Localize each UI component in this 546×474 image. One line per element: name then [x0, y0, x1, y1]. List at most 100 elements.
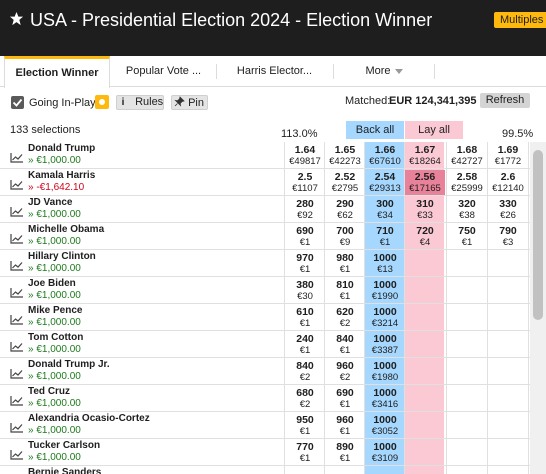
- lay-price-cell[interactable]: 1.68 €42727: [447, 143, 487, 168]
- chart-icon[interactable]: [10, 233, 24, 244]
- lay-price-cell[interactable]: 1.67 €18264: [405, 143, 445, 168]
- back-price-cell[interactable]: 1000 €3109: [365, 440, 405, 465]
- back-price-cell[interactable]: 1.66 €67610: [365, 143, 405, 168]
- back-price-cell[interactable]: 280 €92: [285, 197, 325, 222]
- lay-price-cell[interactable]: [447, 332, 487, 357]
- pin-button[interactable]: Pin: [171, 95, 208, 110]
- star-icon[interactable]: [9, 11, 24, 26]
- back-price-cell[interactable]: 680 €2: [285, 386, 325, 411]
- back-price-cell[interactable]: 1.64 €49817: [285, 143, 325, 168]
- back-price-cell[interactable]: 840 €1: [325, 332, 365, 357]
- back-price-cell[interactable]: [365, 467, 405, 474]
- back-price-cell[interactable]: 1.65 €42273: [325, 143, 365, 168]
- lay-price-cell[interactable]: [447, 305, 487, 330]
- back-price-cell[interactable]: 2.52 €2795: [325, 170, 365, 195]
- lay-price-cell[interactable]: [405, 467, 445, 474]
- lay-price-cell[interactable]: [488, 386, 528, 411]
- runner-name[interactable]: Michelle Obama: [28, 224, 104, 235]
- lay-price-cell[interactable]: [447, 467, 487, 474]
- back-price-cell[interactable]: 1000 €3052: [365, 413, 405, 438]
- lay-price-cell[interactable]: [488, 413, 528, 438]
- lay-price-cell[interactable]: 330 €26: [488, 197, 528, 222]
- runner-name[interactable]: JD Vance: [28, 197, 72, 208]
- chart-icon[interactable]: [10, 314, 24, 325]
- lay-price-cell[interactable]: 2.6 €12140: [488, 170, 528, 195]
- lay-price-cell[interactable]: [405, 251, 445, 276]
- back-price-cell[interactable]: 2.5 €1107: [285, 170, 325, 195]
- runner-name[interactable]: Joe Biden: [28, 278, 76, 289]
- tab-more[interactable]: More: [334, 56, 434, 87]
- lay-price-cell[interactable]: [447, 359, 487, 384]
- lay-price-cell[interactable]: [488, 440, 528, 465]
- rules-button[interactable]: i Rules: [116, 95, 164, 110]
- back-price-cell[interactable]: 1000 €3387: [365, 332, 405, 357]
- lay-price-cell[interactable]: 310 €33: [405, 197, 445, 222]
- lay-price-cell[interactable]: [405, 278, 445, 303]
- lay-price-cell[interactable]: [447, 278, 487, 303]
- back-all-button[interactable]: Back all: [346, 121, 404, 139]
- lay-price-cell[interactable]: [405, 332, 445, 357]
- back-price-cell[interactable]: 620 €2: [325, 305, 365, 330]
- lay-price-cell[interactable]: 750 €1: [447, 224, 487, 249]
- scrollbar[interactable]: [530, 142, 546, 474]
- tab-harris-electoral[interactable]: Harris Elector...: [217, 56, 332, 87]
- lay-price-cell[interactable]: [447, 251, 487, 276]
- chart-icon[interactable]: [10, 395, 24, 406]
- lay-price-cell[interactable]: [405, 413, 445, 438]
- runner-name[interactable]: Alexandria Ocasio-Cortez: [28, 413, 150, 424]
- lay-price-cell[interactable]: [447, 386, 487, 411]
- back-price-cell[interactable]: 890 €1: [325, 440, 365, 465]
- back-price-cell[interactable]: 290 €62: [325, 197, 365, 222]
- runner-name[interactable]: Mike Pence: [28, 305, 82, 316]
- runner-name[interactable]: Tom Cotton: [28, 332, 83, 343]
- runner-name[interactable]: Donald Trump: [28, 143, 95, 154]
- lay-price-cell[interactable]: [488, 251, 528, 276]
- lay-price-cell[interactable]: [405, 386, 445, 411]
- runner-name[interactable]: Donald Trump Jr.: [28, 359, 110, 370]
- back-price-cell[interactable]: 380 €30: [285, 278, 325, 303]
- chart-icon[interactable]: [10, 422, 24, 433]
- runner-name[interactable]: Bernie Sanders: [28, 467, 101, 474]
- back-price-cell[interactable]: 2.54 €29313: [365, 170, 405, 195]
- back-price-cell[interactable]: 770 €1: [285, 440, 325, 465]
- runner-name[interactable]: Ted Cruz: [28, 386, 70, 397]
- back-price-cell[interactable]: 960 €2: [325, 359, 365, 384]
- refresh-button[interactable]: Refresh: [480, 93, 530, 108]
- lay-price-cell[interactable]: [488, 278, 528, 303]
- back-price-cell[interactable]: 710 €1: [365, 224, 405, 249]
- lay-price-cell[interactable]: [488, 467, 528, 474]
- back-price-cell[interactable]: 610 €1: [285, 305, 325, 330]
- lay-price-cell[interactable]: [447, 413, 487, 438]
- lay-price-cell[interactable]: 2.58 €25999: [447, 170, 487, 195]
- back-price-cell[interactable]: 840 €2: [285, 359, 325, 384]
- back-price-cell[interactable]: 1000 €1980: [365, 359, 405, 384]
- back-price-cell[interactable]: 690 €1: [325, 386, 365, 411]
- chart-icon[interactable]: [10, 287, 24, 298]
- lay-price-cell[interactable]: [405, 359, 445, 384]
- back-price-cell[interactable]: [325, 467, 365, 474]
- chart-icon[interactable]: [10, 206, 24, 217]
- lay-price-cell[interactable]: [405, 305, 445, 330]
- scrollbar-thumb[interactable]: [533, 150, 543, 320]
- back-price-cell[interactable]: 700 €9: [325, 224, 365, 249]
- multiples-badge[interactable]: Multiples: [494, 12, 546, 28]
- runner-name[interactable]: Hillary Clinton: [28, 251, 96, 262]
- back-price-cell[interactable]: 1000 €13: [365, 251, 405, 276]
- back-price-cell[interactable]: 980 €1: [325, 251, 365, 276]
- chart-icon[interactable]: [10, 341, 24, 352]
- chart-icon[interactable]: [10, 179, 24, 190]
- back-price-cell[interactable]: 950 €1: [285, 413, 325, 438]
- chart-icon[interactable]: [10, 368, 24, 379]
- lay-price-cell[interactable]: [447, 440, 487, 465]
- lay-price-cell[interactable]: 320 €38: [447, 197, 487, 222]
- lay-price-cell[interactable]: [488, 359, 528, 384]
- back-price-cell[interactable]: 1000 €3416: [365, 386, 405, 411]
- back-price-cell[interactable]: [285, 467, 325, 474]
- chart-icon[interactable]: [10, 152, 24, 163]
- lay-price-cell[interactable]: 790 €3: [488, 224, 528, 249]
- chart-icon[interactable]: [10, 449, 24, 460]
- lay-price-cell[interactable]: [405, 440, 445, 465]
- lay-price-cell[interactable]: 2.56 €17165: [405, 170, 445, 195]
- lay-price-cell[interactable]: 720 €4: [405, 224, 445, 249]
- lay-price-cell[interactable]: [488, 332, 528, 357]
